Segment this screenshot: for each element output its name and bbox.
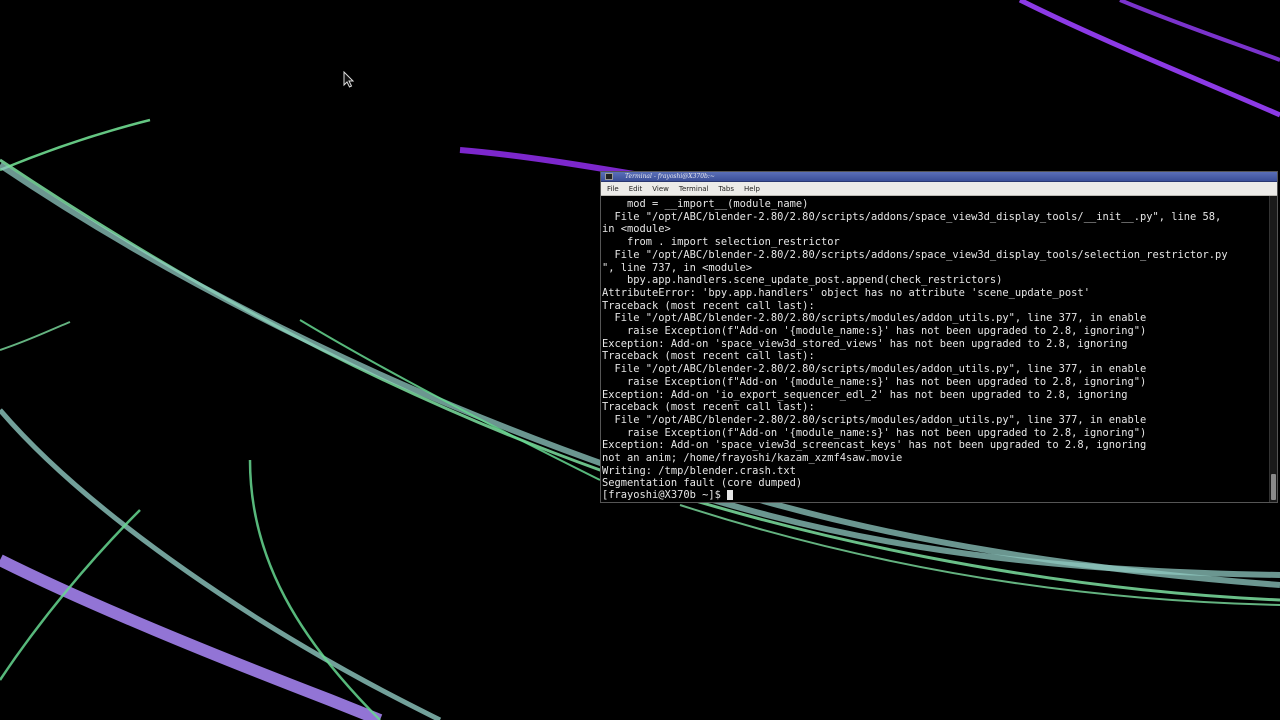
terminal-output-line: bpy.app.handlers.scene_update_post.appen… <box>602 274 1003 287</box>
terminal-output-line: not an anim; /home/frayoshi/kazam_xzmf4s… <box>602 452 903 465</box>
terminal-title: Terminal - frayoshi@X370b:~ <box>625 173 715 180</box>
terminal-output-line: Traceback (most recent call last): <box>602 299 815 312</box>
scrollbar-thumb[interactable] <box>1271 474 1276 500</box>
terminal-app-icon[interactable] <box>605 173 613 180</box>
terminal-output-line: File "/opt/ABC/blender-2.80/2.80/scripts… <box>602 413 1147 426</box>
terminal-output-line: mod = __import__(module_name) <box>602 198 809 210</box>
terminal-output-line: Traceback (most recent call last): <box>602 401 815 414</box>
menu-tabs[interactable]: Tabs <box>719 183 735 195</box>
menu-view[interactable]: View <box>652 183 669 195</box>
terminal-output-line: AttributeError: 'bpy.app.handlers' objec… <box>602 286 1090 299</box>
terminal-output-line: from . import selection_restrictor <box>602 236 840 249</box>
menu-edit[interactable]: Edit <box>629 183 643 195</box>
menu-file[interactable]: File <box>607 183 619 195</box>
terminal-output-line: File "/opt/ABC/blender-2.80/2.80/scripts… <box>602 363 1147 376</box>
terminal-scrollbar[interactable] <box>1269 196 1277 502</box>
terminal-titlebar[interactable]: Terminal - frayoshi@X370b:~ <box>601 172 1277 182</box>
terminal-output-line: File "/opt/ABC/blender-2.80/2.80/scripts… <box>602 248 1228 261</box>
terminal-output-line: File "/opt/ABC/blender-2.80/2.80/scripts… <box>602 312 1147 325</box>
terminal-output-line: File "/opt/ABC/blender-2.80/2.80/scripts… <box>602 210 1222 223</box>
menu-help[interactable]: Help <box>744 183 760 195</box>
terminal-output-line: ", line 737, in <module> <box>602 261 753 274</box>
terminal-output-line: Traceback (most recent call last): <box>602 350 815 363</box>
terminal-output-line: raise Exception(f"Add-on '{module_name:s… <box>602 375 1147 388</box>
terminal-body[interactable]: mod = __import__(module_name) File "/opt… <box>601 196 1269 502</box>
terminal-output-line: Writing: /tmp/blender.crash.txt <box>602 464 796 477</box>
terminal-output-line: raise Exception(f"Add-on '{module_name:s… <box>602 325 1147 338</box>
terminal-output-line: Exception: Add-on 'space_view3d_screenca… <box>602 439 1147 452</box>
terminal-output-line: raise Exception(f"Add-on '{module_name:s… <box>602 426 1147 439</box>
terminal-output: mod = __import__(module_name) File "/opt… <box>602 198 1228 490</box>
text-cursor <box>726 490 733 501</box>
desktop: Terminal - frayoshi@X370b:~ File Edit Vi… <box>0 0 1280 720</box>
terminal-output-line: Exception: Add-on 'io_export_sequencer_e… <box>602 388 1128 401</box>
terminal-output-line: in <module> <box>602 223 671 236</box>
terminal-window[interactable]: Terminal - frayoshi@X370b:~ File Edit Vi… <box>600 171 1278 503</box>
menu-terminal[interactable]: Terminal <box>679 183 709 195</box>
mouse-pointer-icon <box>343 71 355 88</box>
terminal-prompt-line[interactable]: [frayoshi@X370b ~]$ <box>602 489 733 502</box>
terminal-prompt: [frayoshi@X370b ~]$ <box>602 489 721 501</box>
terminal-output-line: Exception: Add-on 'space_view3d_stored_v… <box>602 337 1128 350</box>
terminal-menubar: File Edit View Terminal Tabs Help <box>601 182 1277 196</box>
